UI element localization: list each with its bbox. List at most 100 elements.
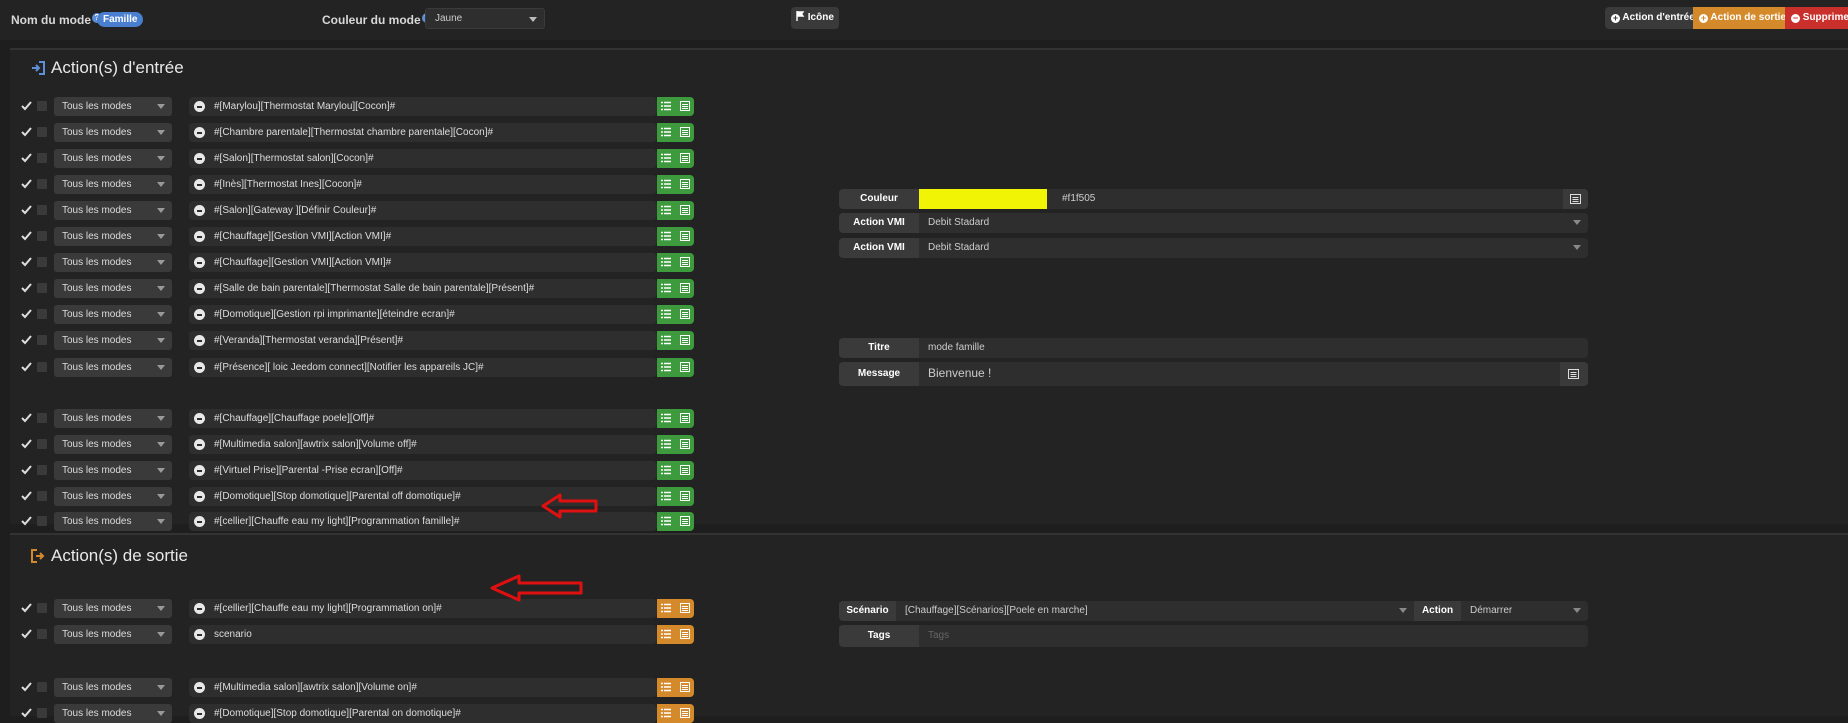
list-alt-button[interactable]: [676, 461, 694, 480]
list-button[interactable]: [657, 227, 675, 246]
checkbox[interactable]: [37, 127, 47, 137]
vmi-select[interactable]: Debit Stadard: [919, 238, 1588, 258]
command-input[interactable]: #[Chauffage][Gestion VMI][Action VMI]#: [189, 253, 657, 272]
list-button[interactable]: [657, 461, 675, 480]
check-icon[interactable]: [21, 602, 32, 613]
check-icon[interactable]: [21, 178, 32, 189]
checkbox[interactable]: [37, 153, 47, 163]
mode-select[interactable]: Tous les modes: [54, 331, 172, 350]
checkbox[interactable]: [37, 205, 47, 215]
remove-action-icon[interactable]: [194, 101, 205, 112]
mode-select[interactable]: Tous les modes: [54, 512, 172, 531]
color-value-input[interactable]: #f1f505: [1047, 189, 1563, 209]
mode-color-select[interactable]: Jaune: [425, 8, 545, 29]
command-input[interactable]: #[Veranda][Thermostat veranda][Présent]#: [189, 331, 657, 350]
checkbox[interactable]: [37, 629, 47, 639]
checkbox[interactable]: [37, 257, 47, 267]
mode-select[interactable]: Tous les modes: [54, 227, 172, 246]
remove-action-icon[interactable]: [194, 231, 205, 242]
list-button[interactable]: [657, 678, 675, 697]
list-button[interactable]: [657, 149, 675, 168]
list-button[interactable]: [657, 409, 675, 428]
mode-select[interactable]: Tous les modes: [54, 149, 172, 168]
command-input[interactable]: #[Virtuel Prise][Parental -Prise ecran][…: [189, 461, 657, 480]
message-textarea[interactable]: Bienvenue !: [919, 362, 1560, 386]
check-icon[interactable]: [21, 282, 32, 293]
command-input[interactable]: #[Multimedia salon][awtrix salon][Volume…: [189, 435, 657, 454]
list-alt-button[interactable]: [676, 253, 694, 272]
check-icon[interactable]: [21, 126, 32, 137]
checkbox[interactable]: [37, 283, 47, 293]
mode-select[interactable]: Tous les modes: [54, 279, 172, 298]
checkbox[interactable]: [37, 682, 47, 692]
list-alt-button[interactable]: [676, 599, 694, 618]
list-alt-button[interactable]: [676, 625, 694, 644]
list-button[interactable]: [657, 253, 675, 272]
mode-select[interactable]: Tous les modes: [54, 678, 172, 697]
mode-select[interactable]: Tous les modes: [54, 409, 172, 428]
list-button[interactable]: [657, 201, 675, 220]
list-button[interactable]: [657, 123, 675, 142]
list-alt-button[interactable]: [676, 279, 694, 298]
delete-button[interactable]: − Supprimer: [1785, 7, 1848, 29]
command-input[interactable]: #[cellier][Chauffe eau my light][Program…: [189, 599, 657, 618]
title-input[interactable]: mode famille: [919, 338, 1588, 358]
remove-action-icon[interactable]: [194, 603, 205, 614]
check-icon[interactable]: [21, 308, 32, 319]
check-icon[interactable]: [21, 707, 32, 718]
checkbox[interactable]: [37, 708, 47, 718]
check-icon[interactable]: [21, 152, 32, 163]
list-button[interactable]: [1563, 189, 1588, 209]
vmi-select[interactable]: Debit Stadard: [919, 213, 1588, 233]
list-alt-button[interactable]: [676, 358, 694, 377]
remove-action-icon[interactable]: [194, 179, 205, 190]
remove-action-icon[interactable]: [194, 516, 205, 527]
remove-action-icon[interactable]: [194, 413, 205, 424]
list-button[interactable]: [657, 487, 675, 506]
remove-action-icon[interactable]: [194, 362, 205, 373]
checkbox[interactable]: [37, 439, 47, 449]
remove-action-icon[interactable]: [194, 205, 205, 216]
check-icon[interactable]: [21, 230, 32, 241]
list-alt-button[interactable]: [676, 409, 694, 428]
list-button[interactable]: [657, 175, 675, 194]
mode-select[interactable]: Tous les modes: [54, 358, 172, 377]
list-button[interactable]: [657, 358, 675, 377]
list-alt-button[interactable]: [676, 97, 694, 116]
mode-select[interactable]: Tous les modes: [54, 305, 172, 324]
remove-action-icon[interactable]: [194, 335, 205, 346]
check-icon[interactable]: [21, 412, 32, 423]
list-button[interactable]: [657, 331, 675, 350]
remove-action-icon[interactable]: [194, 153, 205, 164]
command-input[interactable]: scenario: [189, 625, 657, 644]
action-select[interactable]: Démarrer: [1461, 601, 1588, 621]
command-input[interactable]: #[Présence][ loic Jeedom connect][Notifi…: [189, 358, 657, 377]
color-swatch[interactable]: [919, 189, 1047, 209]
list-alt-button[interactable]: [676, 305, 694, 324]
check-icon[interactable]: [21, 334, 32, 345]
remove-action-icon[interactable]: [194, 309, 205, 320]
list-alt-button[interactable]: [676, 201, 694, 220]
check-icon[interactable]: [21, 490, 32, 501]
list-alt-button[interactable]: [676, 331, 694, 350]
command-input[interactable]: #[Multimedia salon][awtrix salon][Volume…: [189, 678, 657, 697]
list-button[interactable]: [657, 435, 675, 454]
checkbox[interactable]: [37, 603, 47, 613]
list-button[interactable]: [657, 305, 675, 324]
command-input[interactable]: #[Inès][Thermostat Ines][Cocon]#: [189, 175, 657, 194]
command-input[interactable]: #[Salle de bain parentale][Thermostat Sa…: [189, 279, 657, 298]
check-icon[interactable]: [21, 361, 32, 372]
command-input[interactable]: #[Salon][Gateway ][Définir Couleur]#: [189, 201, 657, 220]
checkbox[interactable]: [37, 179, 47, 189]
list-alt-button[interactable]: [676, 678, 694, 697]
command-input[interactable]: #[Marylou][Thermostat Marylou][Cocon]#: [189, 97, 657, 116]
remove-action-icon[interactable]: [194, 682, 205, 693]
mode-select[interactable]: Tous les modes: [54, 201, 172, 220]
remove-action-icon[interactable]: [194, 491, 205, 502]
mode-select[interactable]: Tous les modes: [54, 253, 172, 272]
list-alt-button[interactable]: [676, 227, 694, 246]
remove-action-icon[interactable]: [194, 465, 205, 476]
check-icon[interactable]: [21, 515, 32, 526]
checkbox[interactable]: [37, 362, 47, 372]
list-button[interactable]: [657, 599, 675, 618]
